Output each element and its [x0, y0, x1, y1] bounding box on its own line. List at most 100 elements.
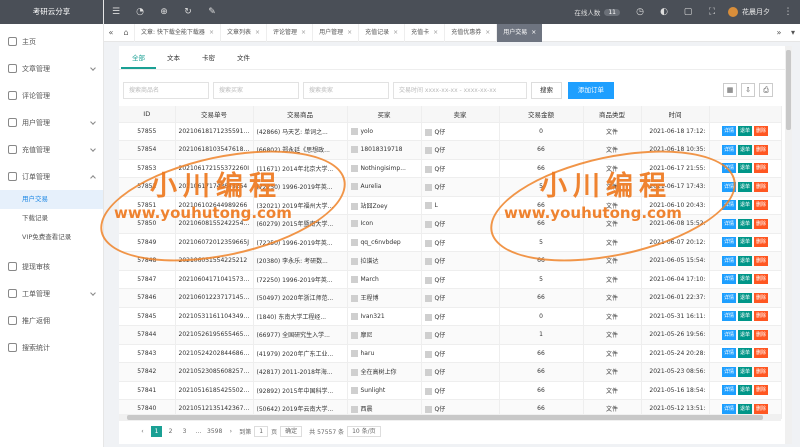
sidebar-subitem-user-trades[interactable]: 用户交易: [0, 190, 103, 209]
goto-confirm-button[interactable]: 确定: [280, 426, 303, 437]
col-trade-no[interactable]: 交易单号: [175, 106, 254, 123]
close-icon[interactable]: ×: [485, 29, 490, 36]
refund-button[interactable]: 退单: [737, 274, 752, 285]
bell-icon[interactable]: ◷: [628, 0, 652, 24]
prev-page-icon[interactable]: ‹: [137, 426, 148, 437]
refund-button[interactable]: 退单: [737, 163, 752, 174]
refund-button[interactable]: 退单: [737, 348, 752, 359]
refund-button[interactable]: 退单: [737, 366, 752, 377]
close-icon[interactable]: ×: [433, 29, 438, 36]
tab-user-trades[interactable]: 用户交易 ×: [496, 23, 543, 42]
menu-toggle-icon[interactable]: ☰: [104, 0, 128, 24]
delete-button[interactable]: 删除: [754, 255, 769, 266]
detail-button[interactable]: 详情: [721, 200, 736, 211]
vertical-scrollbar[interactable]: [785, 46, 792, 444]
sidebar-item-articles[interactable]: 文章管理: [0, 55, 103, 82]
detail-button[interactable]: 详情: [721, 218, 736, 229]
tab-recharge-records[interactable]: 充值记录 ×: [358, 23, 404, 42]
sidebar-subitem-downloads[interactable]: 下载记录: [0, 209, 103, 228]
tab-article-list[interactable]: 文章列表 ×: [219, 23, 266, 42]
columns-icon[interactable]: ▦: [723, 83, 737, 97]
detail-button[interactable]: 详情: [721, 403, 736, 414]
time-range-input[interactable]: 交易时间 xxxx-xx-xx - xxxx-xx-xx: [393, 82, 527, 99]
goods-name-input[interactable]: 搜索商品名: [123, 82, 209, 99]
print-icon[interactable]: ⎙: [759, 83, 773, 97]
sidebar-item-comments[interactable]: 评论管理: [0, 82, 103, 109]
tab-all[interactable]: 全部: [121, 46, 156, 69]
globe-icon[interactable]: ⊕: [152, 0, 176, 24]
delete-button[interactable]: 删除: [754, 218, 769, 229]
tab-text[interactable]: 文本: [156, 46, 191, 69]
close-icon[interactable]: ×: [255, 29, 260, 36]
sidebar-item-search-stats[interactable]: 搜索统计: [0, 334, 103, 361]
detail-button[interactable]: 详情: [721, 329, 736, 340]
refund-button[interactable]: 退单: [737, 126, 752, 137]
refund-button[interactable]: 退单: [737, 329, 752, 340]
page-1[interactable]: 1: [151, 426, 162, 437]
delete-button[interactable]: 删除: [754, 403, 769, 414]
detail-button[interactable]: 详情: [721, 237, 736, 248]
sidebar-item-orders[interactable]: 订单管理: [0, 163, 103, 190]
sidebar-item-withdraw[interactable]: 提现审核: [0, 253, 103, 280]
delete-button[interactable]: 删除: [754, 292, 769, 303]
refund-button[interactable]: 退单: [737, 218, 752, 229]
close-icon[interactable]: ×: [531, 29, 536, 36]
horizontal-scrollbar[interactable]: [119, 414, 781, 421]
tabs-close-menu-icon[interactable]: ▾: [786, 28, 800, 37]
next-page-icon[interactable]: ›: [225, 426, 236, 437]
refresh-icon[interactable]: ↻: [176, 0, 200, 24]
home-tab-icon[interactable]: ⌂: [118, 28, 134, 37]
delete-button[interactable]: 删除: [754, 181, 769, 192]
close-icon[interactable]: ×: [347, 29, 352, 36]
detail-button[interactable]: 详情: [721, 181, 736, 192]
delete-button[interactable]: 删除: [754, 126, 769, 137]
sidebar-item-promo[interactable]: 推广返佣: [0, 307, 103, 334]
tab-card[interactable]: 卡密: [191, 46, 226, 69]
page-last[interactable]: 3598: [207, 426, 222, 437]
col-amount[interactable]: 交易金额: [499, 106, 584, 123]
tab-recharge-cards[interactable]: 充值卡 ×: [404, 23, 444, 42]
tab-comments[interactable]: 评论管理 ×: [266, 23, 312, 42]
delete-button[interactable]: 删除: [754, 274, 769, 285]
delete-button[interactable]: 删除: [754, 163, 769, 174]
scroll-thumb[interactable]: [786, 50, 791, 130]
clear-icon[interactable]: ✎: [200, 0, 224, 24]
refund-button[interactable]: 退单: [737, 403, 752, 414]
close-icon[interactable]: ×: [301, 29, 306, 36]
search-button[interactable]: 搜索: [531, 82, 562, 99]
fullscreen-icon[interactable]: ⛶: [700, 0, 724, 24]
scroll-thumb[interactable]: [127, 415, 763, 420]
buyer-input[interactable]: 搜索买家: [213, 82, 299, 99]
delete-button[interactable]: 删除: [754, 385, 769, 396]
col-id[interactable]: ID: [119, 106, 176, 123]
detail-button[interactable]: 详情: [721, 144, 736, 155]
refund-button[interactable]: 退单: [737, 181, 752, 192]
close-icon[interactable]: ×: [209, 29, 214, 36]
tabs-right-icon[interactable]: »: [772, 28, 786, 37]
page-2[interactable]: 2: [165, 426, 176, 437]
tab-users[interactable]: 用户管理 ×: [312, 23, 358, 42]
theme-icon[interactable]: ◐: [652, 0, 676, 24]
refund-button[interactable]: 退单: [737, 144, 752, 155]
detail-button[interactable]: 详情: [721, 311, 736, 322]
detail-button[interactable]: 详情: [721, 274, 736, 285]
page-3[interactable]: 3: [179, 426, 190, 437]
detail-button[interactable]: 详情: [721, 163, 736, 174]
user-name[interactable]: 花晨月夕: [742, 7, 770, 17]
delete-button[interactable]: 删除: [754, 144, 769, 155]
close-icon[interactable]: ×: [393, 29, 398, 36]
col-goods[interactable]: 交易商品: [253, 106, 348, 123]
refund-button[interactable]: 退单: [737, 255, 752, 266]
detail-button[interactable]: 详情: [721, 292, 736, 303]
col-time[interactable]: 时间: [641, 106, 710, 123]
lock-icon[interactable]: ▢: [676, 0, 700, 24]
detail-button[interactable]: 详情: [721, 348, 736, 359]
refund-button[interactable]: 退单: [737, 200, 752, 211]
tab-coupons[interactable]: 充值优惠券 ×: [444, 23, 496, 42]
delete-button[interactable]: 删除: [754, 366, 769, 377]
tab-file[interactable]: 文件: [226, 46, 261, 69]
refund-button[interactable]: 退单: [737, 311, 752, 322]
delete-button[interactable]: 删除: [754, 348, 769, 359]
sidebar-item-users[interactable]: 用户管理: [0, 109, 103, 136]
dashboard-icon[interactable]: ◔: [128, 0, 152, 24]
